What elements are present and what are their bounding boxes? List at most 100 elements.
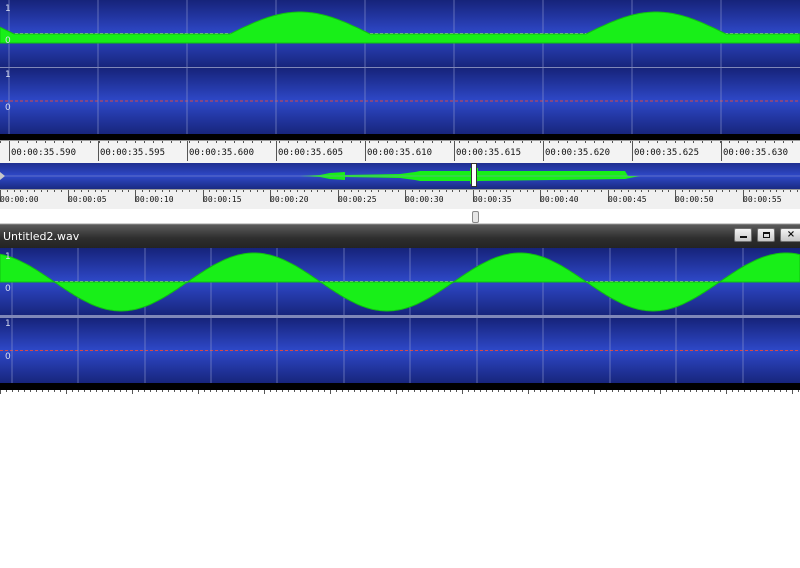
bottom-minor-tick bbox=[378, 390, 379, 392]
bottom-minor-tick bbox=[654, 390, 655, 392]
ruler-minor-tick bbox=[36, 141, 37, 143]
overview-minor-tick bbox=[506, 190, 507, 192]
ruler-minor-tick bbox=[783, 141, 784, 143]
overview-minor-tick bbox=[459, 190, 460, 192]
bottom-minor-tick bbox=[282, 390, 283, 392]
overview-minor-tick bbox=[702, 190, 703, 192]
bottom-minor-tick bbox=[456, 390, 457, 392]
bottom-minor-tick bbox=[552, 390, 553, 392]
bottom-minor-tick bbox=[156, 390, 157, 392]
overview-minor-tick bbox=[88, 190, 89, 192]
overview-minor-tick bbox=[594, 190, 595, 192]
time-ruler-label: 00:00:35.615 bbox=[456, 148, 522, 158]
bottom-minor-tick bbox=[726, 390, 727, 394]
ruler-minor-tick bbox=[603, 141, 604, 143]
bottom-minor-tick bbox=[534, 390, 535, 392]
ruler-minor-tick bbox=[630, 141, 631, 143]
bottom-minor-tick bbox=[138, 390, 139, 392]
bottom-waveform-view[interactable]: 1 0 1 0 bbox=[0, 248, 800, 390]
ruler-minor-tick bbox=[180, 141, 181, 143]
bottom-minor-tick bbox=[648, 390, 649, 392]
bottom-minor-tick bbox=[120, 390, 121, 392]
bottom-minor-tick bbox=[600, 390, 601, 392]
bottom-waveform-canvas[interactable] bbox=[0, 248, 800, 390]
overview-time-ruler[interactable]: 00:00:00 00:00:05 00:00:10 00:00:15 00:00:20… bbox=[0, 189, 800, 211]
ruler-minor-tick bbox=[540, 141, 541, 143]
overview-minor-tick bbox=[149, 190, 150, 192]
bottom-minor-tick bbox=[624, 390, 625, 392]
overview-minor-tick bbox=[770, 190, 771, 192]
ruler-minor-tick bbox=[324, 141, 325, 143]
ruler-minor-tick bbox=[117, 141, 118, 143]
overview-minor-tick bbox=[169, 190, 170, 192]
ruler-minor-tick bbox=[369, 141, 370, 143]
overview-strip[interactable] bbox=[0, 163, 800, 189]
ruler-minor-tick bbox=[189, 141, 190, 143]
ruler-minor-tick bbox=[648, 141, 649, 143]
bottom-minor-tick bbox=[114, 390, 115, 392]
bottom-minor-tick bbox=[12, 390, 13, 392]
overview-ruler-label: 00:00:20 bbox=[270, 195, 309, 204]
time-ruler[interactable]: 00:00:35.590 00:00:35.595 00:00:35.600 00:0… bbox=[0, 140, 800, 164]
maximize-icon bbox=[762, 232, 770, 238]
bottom-minor-tick bbox=[252, 390, 253, 392]
overview-minor-tick bbox=[560, 190, 561, 192]
overview-minor-tick bbox=[81, 190, 82, 192]
bottom-ruler-ticks bbox=[0, 390, 800, 394]
overview-ruler-label: 00:00:05 bbox=[68, 195, 107, 204]
overview-minor-tick bbox=[162, 190, 163, 192]
overview-minor-tick bbox=[648, 190, 649, 192]
bottom-minor-tick bbox=[24, 390, 25, 392]
overview-minor-tick bbox=[736, 190, 737, 192]
bottom-minor-tick bbox=[312, 390, 313, 392]
ruler-minor-tick bbox=[162, 141, 163, 143]
overview-minor-tick bbox=[621, 190, 622, 192]
ruler-minor-tick bbox=[342, 141, 343, 143]
bottom-minor-tick bbox=[234, 390, 235, 392]
window-title-bar[interactable]: Untitled2.wav × bbox=[0, 224, 800, 249]
overview-minor-tick bbox=[574, 190, 575, 192]
overview-minor-tick bbox=[297, 190, 298, 192]
overview-ruler-label: 00:00:45 bbox=[608, 195, 647, 204]
bottom-minor-tick bbox=[510, 390, 511, 392]
ruler-minor-tick bbox=[261, 141, 262, 143]
bottom-minor-tick bbox=[570, 390, 571, 392]
overview-minor-tick bbox=[61, 190, 62, 192]
close-button[interactable]: × bbox=[780, 228, 800, 242]
overview-minor-tick bbox=[331, 190, 332, 192]
overview-minor-tick bbox=[108, 190, 109, 192]
bottom-minor-tick bbox=[402, 390, 403, 392]
overview-minor-tick bbox=[277, 190, 278, 192]
overview-position-handle[interactable] bbox=[471, 163, 477, 187]
overview-minor-tick bbox=[263, 190, 264, 192]
ruler-minor-tick bbox=[333, 141, 334, 143]
bottom-minor-tick bbox=[348, 390, 349, 392]
bottom-minor-tick bbox=[30, 390, 31, 392]
overview-minor-tick bbox=[783, 190, 784, 192]
ruler-minor-tick bbox=[0, 141, 1, 143]
horizontal-scrollbar[interactable] bbox=[0, 209, 800, 224]
scroll-thumb[interactable] bbox=[472, 211, 479, 223]
ruler-minor-tick bbox=[450, 141, 451, 143]
ruler-minor-tick bbox=[396, 141, 397, 143]
bottom-minor-tick bbox=[366, 390, 367, 392]
overview-minor-tick bbox=[74, 190, 75, 192]
ruler-minor-tick bbox=[459, 141, 460, 143]
ruler-minor-tick bbox=[711, 141, 712, 143]
top-waveform-view[interactable]: 1 0 1 0 bbox=[0, 0, 800, 140]
minimize-button[interactable] bbox=[734, 228, 752, 242]
bottom-minor-tick bbox=[420, 390, 421, 392]
top-waveform-canvas[interactable] bbox=[0, 0, 800, 140]
bottom-minor-tick bbox=[594, 390, 595, 394]
bottom-minor-tick bbox=[588, 390, 589, 392]
bottom-minor-tick bbox=[612, 390, 613, 392]
ruler-minor-tick bbox=[351, 141, 352, 143]
overview-minor-tick bbox=[776, 190, 777, 192]
ruler-minor-tick bbox=[702, 141, 703, 143]
ruler-minor-tick bbox=[729, 141, 730, 143]
bottom-minor-tick bbox=[708, 390, 709, 392]
overview-minor-tick bbox=[486, 190, 487, 192]
maximize-button[interactable] bbox=[757, 228, 775, 242]
bottom-minor-tick bbox=[336, 390, 337, 392]
bottom-minor-tick bbox=[408, 390, 409, 392]
